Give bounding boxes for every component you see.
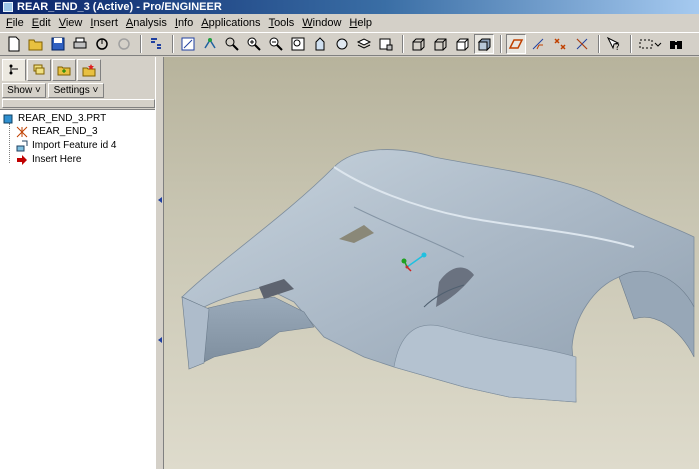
- send-mail-icon[interactable]: [92, 34, 112, 54]
- spin-center-icon[interactable]: [200, 34, 220, 54]
- menu-edit[interactable]: Edit: [28, 17, 55, 29]
- regenerate-icon[interactable]: [146, 34, 166, 54]
- main-toolbar: ?: [0, 32, 699, 56]
- toolbar-separator: [500, 35, 502, 53]
- toolbar-separator: [598, 35, 600, 53]
- tree-connector: [9, 123, 10, 163]
- wireframe-icon[interactable]: [408, 34, 428, 54]
- settings-menu-button[interactable]: Settings ˅: [48, 83, 104, 98]
- csys-icon: [16, 126, 28, 138]
- svg-text:?: ?: [615, 43, 620, 52]
- coordinate-systems-icon[interactable]: [572, 34, 592, 54]
- selection-filter-icon[interactable]: [636, 34, 664, 54]
- toolbar-separator: [140, 35, 142, 53]
- menu-view[interactable]: View: [55, 17, 87, 29]
- new-file-icon[interactable]: [4, 34, 24, 54]
- datum-axes-icon[interactable]: [528, 34, 548, 54]
- zoom-out-icon[interactable]: [266, 34, 286, 54]
- datum-planes-icon[interactable]: [506, 34, 526, 54]
- shading-icon[interactable]: [474, 34, 494, 54]
- navigator-tabs: [2, 59, 102, 81]
- model-tree: REAR_END_3.PRT REAR_END_3 Import Feature…: [0, 109, 155, 469]
- part-icon: [2, 113, 14, 125]
- menu-help[interactable]: Help: [345, 17, 376, 29]
- toolbar-separator: [172, 35, 174, 53]
- navigator-buttons: Show ˅ Settings ˅: [2, 83, 106, 99]
- menu-insert[interactable]: Insert: [86, 17, 122, 29]
- part-model[interactable]: [164, 57, 699, 469]
- erase-icon[interactable]: [114, 34, 134, 54]
- menu-analysis[interactable]: Analysis: [122, 17, 171, 29]
- no-hidden-icon[interactable]: [452, 34, 472, 54]
- panel-splitter[interactable]: [155, 57, 164, 469]
- layer-tree-icon[interactable]: [27, 59, 51, 81]
- app-icon: [3, 2, 13, 12]
- repaint-icon[interactable]: [178, 34, 198, 54]
- menu-applications[interactable]: Applications: [197, 17, 264, 29]
- view-manager-icon[interactable]: [376, 34, 396, 54]
- chevron-down-icon: ˅: [89, 85, 99, 96]
- menu-file[interactable]: File: [2, 17, 28, 29]
- whats-this-icon[interactable]: ?: [604, 34, 624, 54]
- navigator-panel: Show ˅ Settings ˅ REAR_END_3.PRT REAR_EN…: [0, 57, 157, 469]
- binoculars-icon[interactable]: [666, 34, 686, 54]
- model-tree-icon[interactable]: [2, 59, 26, 81]
- tree-item[interactable]: REAR_END_3: [16, 125, 98, 138]
- named-views-icon[interactable]: [310, 34, 330, 54]
- layers-icon[interactable]: [332, 34, 352, 54]
- toolbar-separator: [630, 35, 632, 53]
- collapse-arrow-icon[interactable]: [158, 337, 162, 343]
- title-bar: REAR_END_3 (Active) - Pro/ENGINEER: [0, 0, 699, 14]
- hidden-line-icon[interactable]: [430, 34, 450, 54]
- open-folder-icon[interactable]: [26, 34, 46, 54]
- tree-item[interactable]: Insert Here: [16, 153, 81, 166]
- orient-icon[interactable]: [222, 34, 242, 54]
- collapse-arrow-icon[interactable]: [158, 197, 162, 203]
- insert-arrow-icon: [16, 154, 28, 166]
- graphics-window[interactable]: [164, 57, 699, 469]
- model-display-icon[interactable]: [354, 34, 374, 54]
- zoom-in-icon[interactable]: [244, 34, 264, 54]
- tree-column-header[interactable]: [2, 99, 155, 108]
- tree-root[interactable]: REAR_END_3.PRT: [2, 112, 106, 125]
- menu-bar: File Edit View Insert Analysis Info Appl…: [0, 14, 699, 32]
- window-title: REAR_END_3 (Active) - Pro/ENGINEER: [17, 1, 222, 13]
- chevron-down-icon: ˅: [32, 85, 41, 96]
- datum-points-icon[interactable]: [550, 34, 570, 54]
- folder-browser-icon[interactable]: [52, 59, 76, 81]
- refit-icon[interactable]: [288, 34, 308, 54]
- show-menu-button[interactable]: Show ˅: [2, 83, 46, 98]
- menu-info[interactable]: Info: [171, 17, 197, 29]
- import-feature-icon: [16, 140, 28, 152]
- favorites-icon[interactable]: [77, 59, 101, 81]
- toolbar-separator: [402, 35, 404, 53]
- menu-tools[interactable]: Tools: [265, 17, 299, 29]
- print-icon[interactable]: [70, 34, 90, 54]
- save-icon[interactable]: [48, 34, 68, 54]
- tree-item[interactable]: Import Feature id 4: [16, 139, 116, 152]
- menu-window[interactable]: Window: [298, 17, 345, 29]
